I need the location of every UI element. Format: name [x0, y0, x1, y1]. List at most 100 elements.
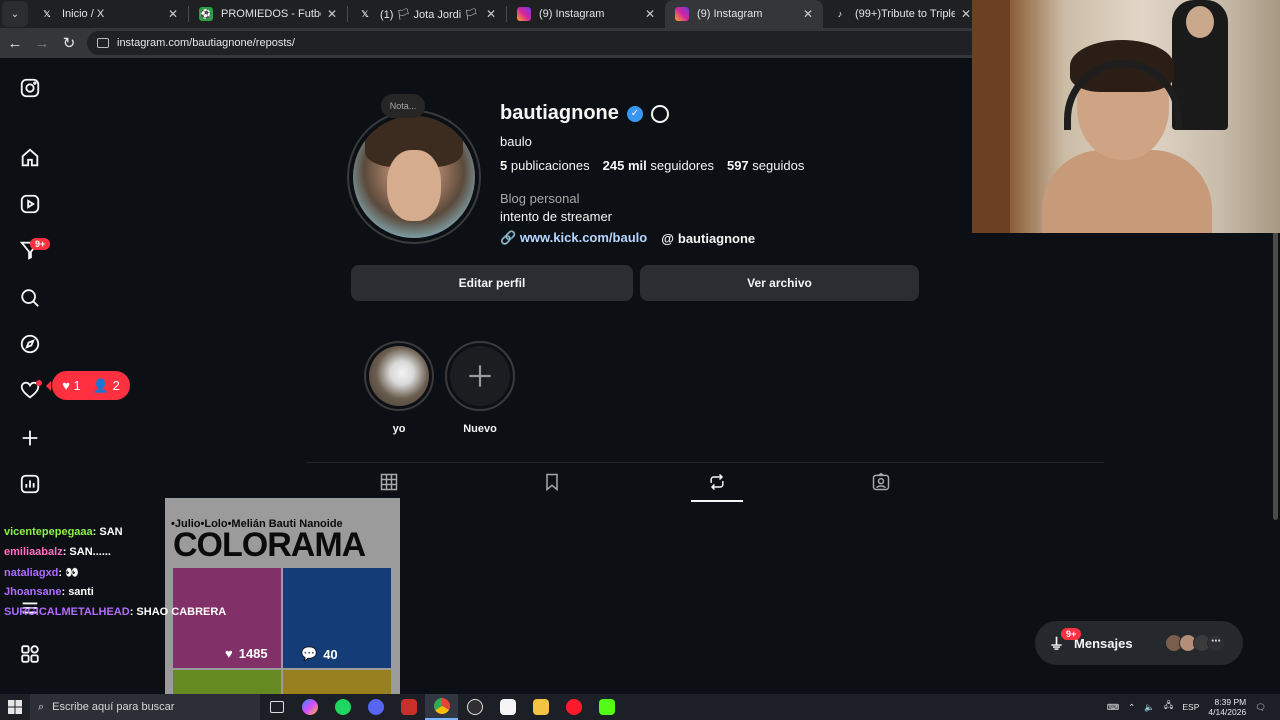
taskbar-search-field[interactable]: ⌕ Escribe aquí para buscar: [30, 694, 260, 720]
voice-app-icon[interactable]: [392, 694, 425, 720]
copilot-icon[interactable]: [293, 694, 326, 720]
profile-links: 🔗 www.kick.com/baulo @ bautiagnone: [500, 230, 755, 246]
chat-user: Jhoansane: [4, 586, 62, 598]
chat-user: nataliagxd: [4, 567, 59, 579]
volume-icon[interactable]: 🔈: [1144, 702, 1155, 713]
home-icon[interactable]: [18, 146, 42, 170]
windows-start-icon[interactable]: [0, 694, 30, 720]
file-explorer-icon[interactable]: [524, 694, 557, 720]
followers-label: seguidores: [650, 158, 714, 173]
highlight-new[interactable]: Nuevo: [445, 341, 515, 435]
chat-line: emiliaabalz: SAN......: [4, 546, 111, 558]
threads-link[interactable]: @ bautiagnone: [661, 231, 755, 246]
keyboard-icon[interactable]: ⌨: [1107, 702, 1119, 713]
chat-message: : SAN: [92, 526, 123, 538]
reels-icon[interactable]: [18, 192, 42, 216]
chrome-icon[interactable]: [425, 694, 458, 720]
language-indicator[interactable]: ESP: [1182, 702, 1199, 712]
spotify-icon[interactable]: [326, 694, 359, 720]
close-tab-icon[interactable]: ✕: [959, 7, 973, 21]
back-arrow-icon[interactable]: ←: [3, 31, 27, 55]
likes-count-value: 1: [73, 378, 81, 393]
clock[interactable]: 8:39 PM 4/14/2026: [1208, 697, 1246, 717]
chat-line: nataliagxd: 👀: [4, 566, 79, 579]
chat-message: : santi: [61, 586, 94, 598]
highlight-label: Nuevo: [463, 423, 497, 435]
reload-icon[interactable]: ↻: [57, 31, 81, 55]
messages-button[interactable]: ⏚ 9+ Mensajes ⋯: [1035, 621, 1243, 665]
note-bubble[interactable]: Nota...: [381, 94, 425, 118]
tab-title: (9) Instagram: [539, 8, 605, 20]
create-plus-icon[interactable]: [18, 426, 42, 450]
repost-tile[interactable]: •Julio•Lolo•Melián Bauti Nanoide COLORAM…: [165, 498, 400, 694]
following-stat[interactable]: 597 seguidos: [727, 158, 804, 173]
instagram-logo-icon[interactable]: [18, 76, 42, 100]
close-tab-icon[interactable]: ✕: [325, 7, 339, 21]
posts-grid-icon[interactable]: [363, 467, 415, 497]
obs-icon[interactable]: [458, 694, 491, 720]
opera-icon[interactable]: [557, 694, 590, 720]
app-icon[interactable]: [491, 694, 524, 720]
edit-profile-button[interactable]: Editar perfil: [351, 265, 633, 301]
profile-username: bautiagnone: [500, 102, 619, 124]
profile-username-row: bautiagnone ✓: [500, 102, 669, 125]
instagram-icon: [517, 7, 531, 21]
browser-tab[interactable]: (9) Instagram ✕: [507, 0, 665, 28]
notifications-tooltip[interactable]: ♥ 1 👤 2: [46, 371, 130, 400]
close-tab-icon[interactable]: ✕: [166, 7, 180, 21]
browser-tab[interactable]: ♪ (99+)Tribute to Triple T: Foreve ✕: [823, 0, 981, 28]
close-tab-icon[interactable]: ✕: [643, 7, 657, 21]
task-view-icon[interactable]: [260, 694, 293, 720]
posts-stat: 5 publicaciones: [500, 158, 590, 173]
followers-count: 245 mil: [602, 158, 647, 173]
follows-count-value: 2: [112, 377, 120, 393]
dashboard-icon[interactable]: [18, 472, 42, 496]
close-tab-icon[interactable]: ✕: [801, 7, 815, 21]
chat-message: : 👀: [58, 567, 79, 579]
avatar-face: [387, 150, 441, 221]
view-archive-button[interactable]: Ver archivo: [640, 265, 919, 301]
search-icon[interactable]: [18, 286, 42, 310]
browser-tab[interactable]: ⚽ PROMIEDOS - Futbol Argentino ✕: [189, 0, 347, 28]
close-tab-icon[interactable]: ✕: [484, 7, 498, 21]
highlight-cover: [369, 346, 429, 406]
notification-center-icon[interactable]: 🗨: [1255, 702, 1266, 713]
tab-title: PROMIEDOS - Futbol Argentino: [221, 8, 321, 20]
forward-arrow-icon[interactable]: →: [30, 31, 54, 55]
profile-avatar[interactable]: [347, 110, 481, 244]
notification-dot: [36, 380, 42, 386]
site-info-icon[interactable]: [97, 38, 109, 48]
discord-icon[interactable]: [359, 694, 392, 720]
webcam-person-body: [1042, 150, 1212, 233]
following-label: seguidos: [752, 158, 805, 173]
saved-icon[interactable]: [526, 467, 578, 497]
clock-date: 4/14/2026: [1208, 707, 1247, 717]
promiedos-icon: ⚽: [199, 7, 213, 21]
heart-filled-icon: ♥: [225, 646, 233, 661]
also-from-meta-icon[interactable]: [18, 642, 42, 666]
tray-overflow-icon[interactable]: ⌃: [1128, 702, 1135, 713]
highlight-label: yo: [392, 423, 406, 435]
chat-user: emiliaabalz: [4, 546, 63, 558]
followers-stat[interactable]: 245 mil seguidores: [603, 158, 714, 173]
reposts-icon[interactable]: [691, 467, 743, 502]
explore-icon[interactable]: [18, 332, 42, 356]
external-link[interactable]: 🔗 www.kick.com/baulo: [500, 230, 647, 246]
tab-search-menu-button[interactable]: ⌄: [2, 1, 28, 27]
hover-overlay: [165, 498, 400, 694]
network-icon[interactable]: 🖧: [1164, 700, 1173, 714]
chat-line: Jhoansane: santi: [4, 586, 94, 598]
verified-badge-icon: ✓: [626, 105, 643, 122]
highlight-yo[interactable]: yo: [364, 341, 434, 435]
webcam-overlay: [972, 0, 1280, 233]
settings-gear-icon[interactable]: [650, 104, 669, 123]
follows-count: 👤 2: [92, 377, 120, 393]
browser-tab[interactable]: 𝕏 Inicio / X ✕: [30, 0, 188, 28]
browser-tab-active[interactable]: (9) Instagram ✕: [665, 0, 823, 28]
external-link-text: www.kick.com/baulo: [519, 230, 648, 245]
tagged-icon[interactable]: [855, 467, 907, 497]
chat-message: : SAN......: [62, 546, 111, 558]
poster-face: [1186, 6, 1214, 38]
browser-tab[interactable]: 𝕏 (1) 🏳 Jota Jordi 🏳 en X: "ASÍ E ✕: [348, 0, 506, 28]
kick-icon[interactable]: [590, 694, 623, 720]
